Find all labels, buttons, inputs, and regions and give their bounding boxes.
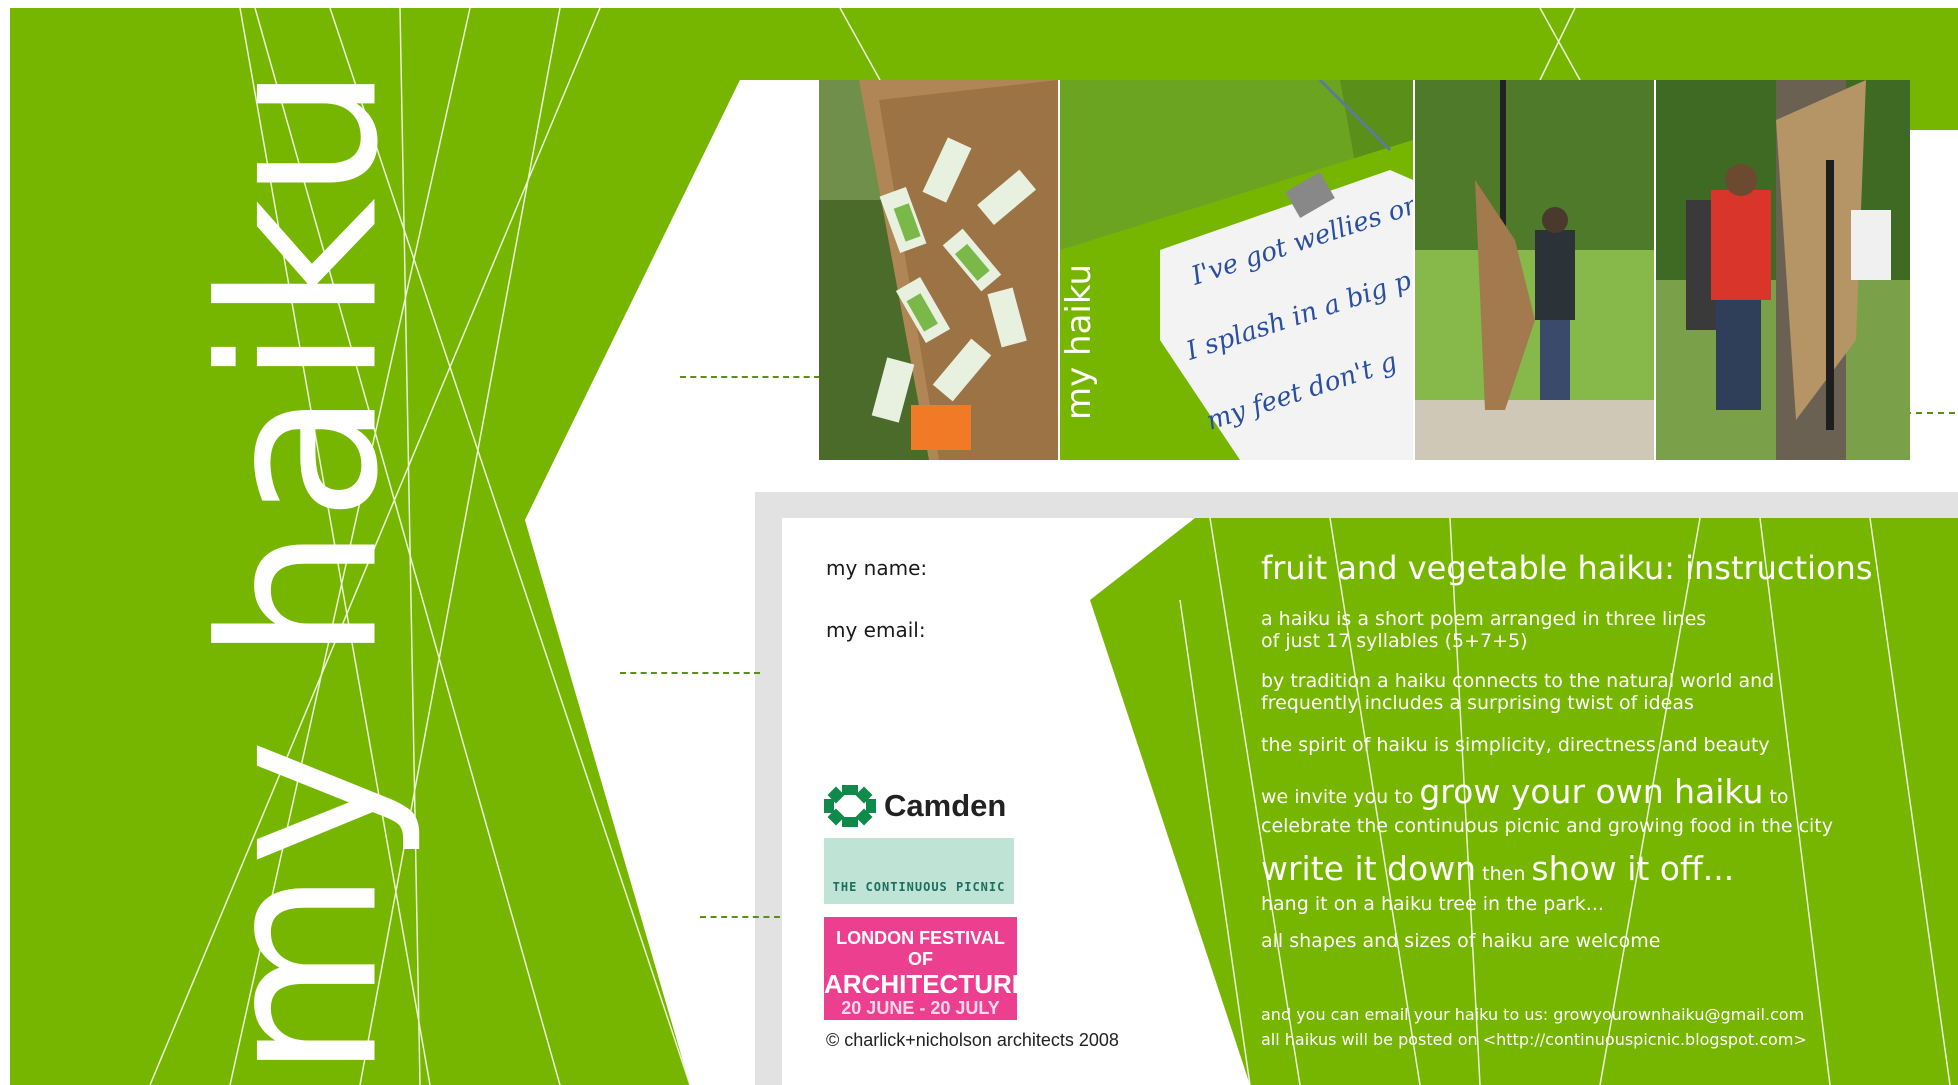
continuous-picnic-logo: [824, 838, 1014, 904]
p4-line-2: celebrate the continuous picnic and grow…: [1261, 815, 1834, 837]
haiku-poster: my haiku my haiku I've got wellies on I …: [0, 0, 1958, 1085]
camden-logo: Camden: [824, 785, 1006, 827]
p4-post: to: [1763, 786, 1789, 808]
blog-instructions: all haikus will be posted on <http://con…: [1261, 1030, 1807, 1049]
photo-haiku-cards-on-board: [819, 80, 1058, 460]
camden-logo-text: Camden: [884, 788, 1007, 823]
copyright-notice: © charlick+nicholson architects 2008: [826, 1030, 1119, 1050]
name-field-label: my name:: [826, 556, 928, 580]
photo-handwritten-haiku-card: my haiku I've got wellies on I splash in…: [1060, 80, 1413, 460]
p5-small: then: [1476, 863, 1532, 885]
instructions-paragraph-3: the spirit of haiku is simplicity, direc…: [1261, 734, 1770, 756]
p2-line-2: frequently includes a surprising twist o…: [1261, 692, 1694, 714]
camden-emblem-icon: [824, 785, 876, 827]
instructions-paragraph-2: by tradition a haiku connects to the nat…: [1261, 670, 1774, 714]
instructions-paragraph-1: a haiku is a short poem arranged in thre…: [1261, 608, 1706, 652]
instructions-paragraph-5: write it down then show it off... hang i…: [1261, 849, 1735, 916]
photo-person-at-haiku-tree: [1415, 80, 1654, 460]
p2-line-1: by tradition a haiku connects to the nat…: [1261, 670, 1775, 692]
continuous-picnic-text: THE CONTINUOUS PICNIC: [832, 880, 1006, 894]
dashed-line: [1905, 412, 1955, 414]
instructions-title: fruit and vegetable haiku: instructions: [1261, 549, 1873, 587]
lfa-line-3: 20 JUNE - 20 JULY: [841, 998, 1000, 1018]
p1-line-1: a haiku is a short poem arranged in thre…: [1261, 608, 1707, 630]
card-title-text: my haiku: [1060, 264, 1099, 420]
instructions-paragraph-6: all shapes and sizes of haiku are welcom…: [1261, 930, 1661, 952]
dashed-line: [680, 376, 820, 378]
london-festival-architecture-logo: LONDON FESTIVAL OF ARCHITECTURE 20 JUNE …: [824, 917, 1030, 1031]
lfa-line-2: ARCHITECTURE: [824, 969, 1030, 999]
p5-big-1: write it down: [1261, 849, 1477, 888]
p5-line-2: hang it on a haiku tree in the park...: [1261, 893, 1604, 915]
dashed-line: [700, 916, 780, 918]
p5-big-2: show it off...: [1531, 849, 1735, 888]
email-field-label: my email:: [826, 618, 926, 642]
poster-title-vertical: my haiku: [174, 60, 426, 1080]
photo-visitors-reading-haikus: [1656, 80, 1910, 460]
dashed-line: [620, 672, 760, 674]
lfa-line-1: LONDON FESTIVAL OF: [836, 928, 1005, 969]
p4-pre: we invite you to: [1261, 786, 1420, 808]
instructions-paragraph-4: we invite you to grow your own haiku to …: [1261, 772, 1834, 838]
p1-line-2: of just 17 syllables (5+7+5): [1261, 630, 1528, 652]
email-instructions: and you can email your haiku to us: grow…: [1261, 1005, 1805, 1024]
p4-big: grow your own haiku: [1419, 772, 1764, 811]
